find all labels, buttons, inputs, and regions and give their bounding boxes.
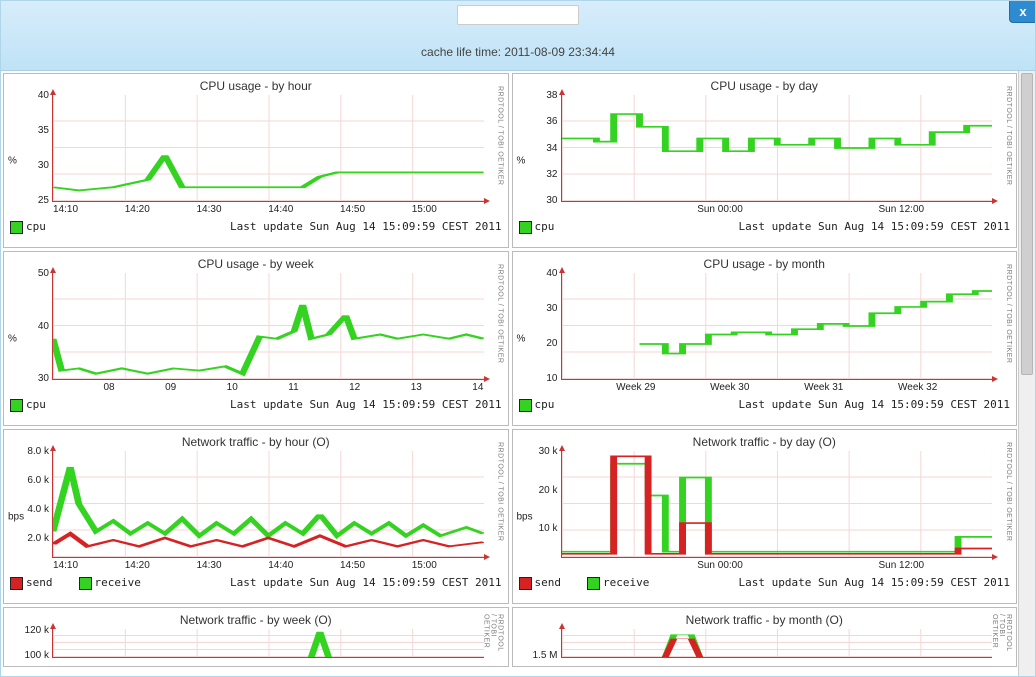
y-axis-label: % [8, 155, 17, 166]
chart-cpu-day: CPU usage - by day % RRDTOOL / TOBI OETI… [512, 73, 1018, 248]
chart-title: CPU usage - by day [519, 79, 1011, 93]
rrdtool-watermark: RRDTOOL / TOBI OETIKER [495, 86, 504, 235]
x-axis-arrow-icon [484, 198, 490, 204]
content-scroll-area: CPU usage - by hour % RRDTOOL / TOBI OET… [1, 71, 1019, 676]
rrdtool-watermark: RRDTOOL / TOBI OETIKER [1003, 86, 1012, 235]
legend: cpu Last update Sun Aug 14 15:09:59 CEST… [10, 220, 502, 234]
chart-title: CPU usage - by hour [10, 79, 502, 93]
legend-label-cpu: cpu [26, 220, 46, 233]
scrollbar-thumb[interactable] [1021, 73, 1033, 375]
close-icon: x [1019, 4, 1026, 19]
dialog-header: cache life time: 2011-08-09 23:34:44 x [1, 1, 1035, 71]
chart-cpu-week: CPU usage - by week % RRDTOOL / TOBI OET… [3, 251, 509, 426]
chart-net-day: Network traffic - by day (O) bps RRDTOOL… [512, 429, 1018, 604]
dialog-frame: cache life time: 2011-08-09 23:34:44 x C… [0, 0, 1036, 677]
series-cpu [53, 95, 484, 201]
chart-net-month: Network traffic - by month (O) RRDTOOL /… [512, 607, 1018, 667]
chart-cpu-month: CPU usage - by month % RRDTOOL / TOBI OE… [512, 251, 1018, 426]
title-placeholder [457, 5, 579, 25]
vertical-scrollbar[interactable] [1018, 71, 1035, 676]
chart-net-hour: Network traffic - by hour (O) bps RRDTOO… [3, 429, 509, 604]
legend-swatch-cpu [10, 221, 23, 234]
last-update: Last update Sun Aug 14 15:09:59 CEST 201… [230, 220, 502, 233]
plot-area: 3032343638 Sun 00:00Sun 12:00 [561, 95, 993, 202]
chart-grid: CPU usage - by hour % RRDTOOL / TOBI OET… [3, 73, 1017, 667]
cache-lifetime-text: cache life time: 2011-08-09 23:34:44 [1, 45, 1035, 59]
close-button[interactable]: x [1009, 0, 1036, 23]
y-axis-label: % [517, 155, 526, 166]
y-ticks: 25303540 [19, 90, 49, 206]
chart-net-week: Network traffic - by week (O) RRDTOOL / … [3, 607, 509, 667]
chart-cpu-hour: CPU usage - by hour % RRDTOOL / TOBI OET… [3, 73, 509, 248]
x-ticks: 14:1014:2014:3014:4014:5015:00 [53, 204, 484, 215]
plot-area: 25303540 14:1014:2014:3014:4014:5015:00 [52, 95, 484, 202]
